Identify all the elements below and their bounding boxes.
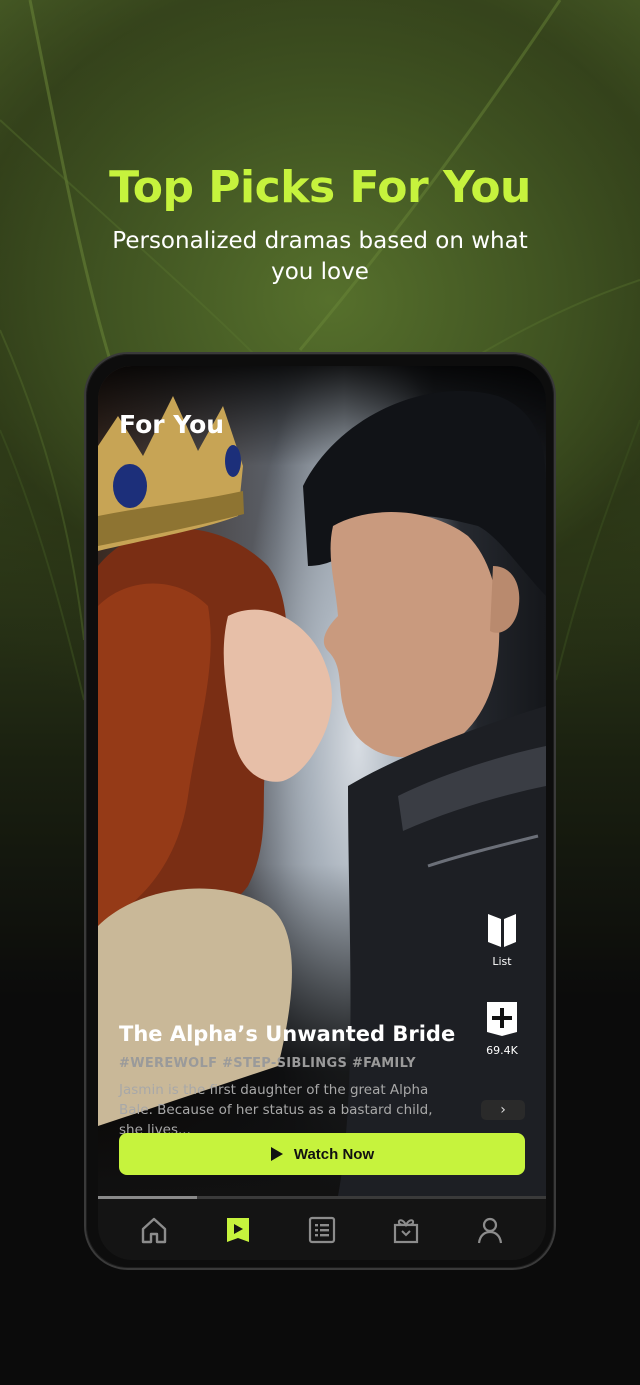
hero-title: Top Picks For You [109, 162, 531, 213]
phone-frame: For You List 69.4K The Alpha’s Unwanted … [84, 352, 556, 1270]
poster-artwork [98, 390, 546, 1196]
plus-bookmark-icon [487, 1002, 517, 1036]
screen-title: For You [119, 410, 225, 439]
show-description: Jasmin is the first daughter of the grea… [119, 1082, 433, 1138]
add-to-list-button[interactable]: 69.4K [472, 1000, 532, 1057]
add-count: 69.4K [486, 1044, 518, 1057]
expand-description-button[interactable]: › [481, 1100, 525, 1120]
list-label: List [492, 955, 512, 968]
phone-screen: For You List 69.4K The Alpha’s Unwanted … [98, 366, 546, 1260]
nav-home[interactable] [134, 1210, 174, 1250]
home-icon [141, 1217, 167, 1243]
watch-now-label: Watch Now [293, 1145, 375, 1163]
nav-list[interactable] [302, 1210, 342, 1250]
play-flag-icon [227, 1217, 249, 1242]
show-tags: #WEREWOLF #STEP-SIBLINGS #FAMILY [119, 1056, 416, 1071]
list-icon [308, 1216, 336, 1243]
show-title[interactable]: The Alpha’s Unwanted Bride [119, 1022, 455, 1046]
list-button[interactable]: List [472, 911, 532, 968]
drama-poster[interactable] [98, 366, 546, 1196]
nav-rewards[interactable] [386, 1210, 426, 1250]
watch-now-button[interactable]: Watch Now [119, 1133, 525, 1175]
nav-shorts[interactable] [218, 1210, 258, 1250]
play-icon [270, 1147, 283, 1161]
nav-profile[interactable] [470, 1210, 510, 1250]
hero-subtitle: Personalized dramas based on what you lo… [112, 228, 528, 285]
book-list-icon [488, 914, 516, 947]
bottom-nav [98, 1199, 546, 1260]
gift-icon [393, 1218, 419, 1243]
profile-icon [477, 1217, 503, 1243]
